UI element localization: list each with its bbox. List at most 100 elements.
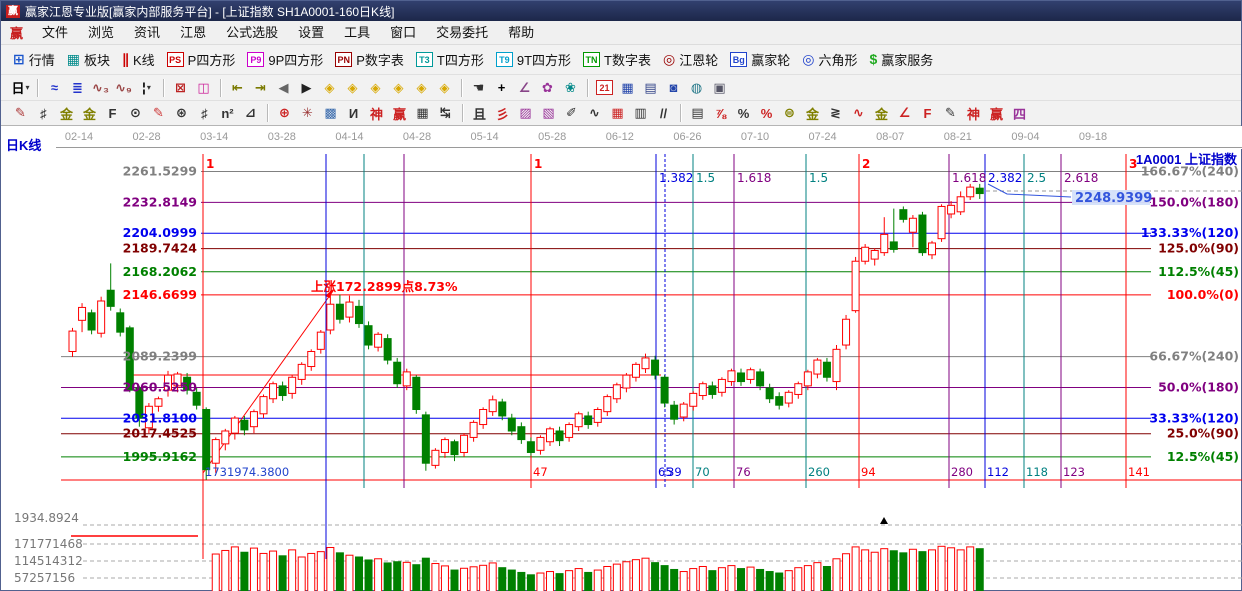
bars3-icon[interactable]: ∿₃	[90, 78, 111, 98]
diamond-plus-icon[interactable]: ◈	[411, 78, 432, 98]
menu-item-7[interactable]: 窗口	[380, 23, 426, 43]
percent-line-icon[interactable]: %	[756, 103, 777, 123]
circle-tool-icon[interactable]: ⊛	[171, 103, 192, 123]
kline-button[interactable]: ∥K线	[116, 48, 161, 72]
fibo-icon[interactable]: F	[102, 103, 123, 123]
f-angle-icon[interactable]: F	[917, 103, 938, 123]
grid2-icon[interactable]: ♯	[194, 103, 215, 123]
diamond-x-icon[interactable]: ◈	[388, 78, 409, 98]
menu-item-5[interactable]: 设置	[288, 23, 334, 43]
diamond-left-icon[interactable]: ◈	[319, 78, 340, 98]
hand-tool-icon[interactable]: ☚	[468, 78, 489, 98]
net-grid-icon[interactable]: ▩	[320, 103, 341, 123]
next-page-icon[interactable]: ▶	[296, 78, 317, 98]
menu-item-1[interactable]: 浏览	[78, 23, 124, 43]
chart-min-price-label: 1934.8924	[14, 511, 79, 525]
network-icon[interactable]: ◍	[686, 78, 707, 98]
span-tool-icon[interactable]: ↹	[435, 103, 456, 123]
date-tick-08-21: 08-21	[944, 131, 972, 143]
menu-item-6[interactable]: 工具	[334, 23, 380, 43]
9t-square-button[interactable]: T99T四方形	[490, 48, 577, 72]
four-square-icon[interactable]: 四	[1009, 103, 1030, 123]
box-fan-icon[interactable]: ▨	[515, 103, 536, 123]
shen-tool-icon[interactable]: 神	[366, 103, 387, 123]
k-mark-icon[interactable]: И	[343, 103, 364, 123]
menu-item-2[interactable]: 资讯	[124, 23, 170, 43]
prev-page-icon[interactable]: ◀	[273, 78, 294, 98]
wave2-icon[interactable]: ∿	[848, 103, 869, 123]
arc-tool-icon[interactable]: ✎	[148, 103, 169, 123]
histogram-icon[interactable]: ◫	[193, 78, 214, 98]
flower-tool-icon[interactable]: ✿	[537, 78, 558, 98]
n-square-icon[interactable]: n²	[217, 103, 238, 123]
cycle-tool-icon[interactable]: ❀	[560, 78, 581, 98]
overlay-line-icon[interactable]: ≈	[44, 78, 65, 98]
winner-wheel-button[interactable]: Bg赢家轮	[724, 48, 796, 72]
wave-tool-icon[interactable]: ∿	[584, 103, 605, 123]
memo-icon[interactable]: ▤	[640, 78, 661, 98]
save-icon[interactable]: ◙	[663, 78, 684, 98]
calendar-icon[interactable]: 21	[594, 78, 615, 98]
candle-body	[862, 247, 869, 261]
menu-item-0[interactable]: 文件	[32, 23, 78, 43]
pencil-tool-icon[interactable]: ✐	[561, 103, 582, 123]
pen2-icon[interactable]: ✎	[940, 103, 961, 123]
winner-service-button[interactable]: $赢家服务	[863, 48, 939, 72]
brush-tool-icon[interactable]: ✎	[10, 103, 31, 123]
t-square-button[interactable]: T3T四方形	[410, 48, 490, 72]
gold2-icon[interactable]: 金	[871, 103, 892, 123]
gold-section-icon[interactable]: 金	[79, 103, 100, 123]
updown-icon[interactable]: ≷	[825, 103, 846, 123]
first-page-icon[interactable]: ⇤	[227, 78, 248, 98]
p-square-button[interactable]: PSP四方形	[161, 48, 242, 72]
diamond-right-icon[interactable]: ◈	[342, 78, 363, 98]
sectors-button[interactable]: ▦板块	[61, 48, 116, 72]
ruler-icon[interactable]: ▤	[687, 103, 708, 123]
star-grid-icon[interactable]: ✳	[297, 103, 318, 123]
pillar-tool-icon[interactable]: 且	[469, 103, 490, 123]
box-fan2-icon[interactable]: ▧	[538, 103, 559, 123]
grid123-icon[interactable]: ▦	[412, 103, 433, 123]
gold-circle-icon[interactable]: ⊜	[779, 103, 800, 123]
9p-square-button[interactable]: P99P四方形	[241, 48, 329, 72]
info-panel-icon[interactable]: ≣	[67, 78, 88, 98]
computer-icon[interactable]: ▣	[709, 78, 730, 98]
target-tool-icon[interactable]: ⊕	[274, 103, 295, 123]
diamond-h-icon[interactable]: ◈	[365, 78, 386, 98]
ying2-icon[interactable]: 赢	[986, 103, 1007, 123]
bars9-icon[interactable]: ∿₉	[113, 78, 134, 98]
menu-item-8[interactable]: 交易委托	[426, 23, 498, 43]
hatch-icon[interactable]: //	[653, 103, 674, 123]
diamond-all-icon[interactable]: ◈	[434, 78, 455, 98]
calculator-icon[interactable]: ▦	[617, 78, 638, 98]
gold-ratio-icon[interactable]: 金	[56, 103, 77, 123]
candle-body	[270, 384, 277, 399]
crosshair-icon[interactable]: +	[491, 78, 512, 98]
percent-icon[interactable]: %	[733, 103, 754, 123]
angle-measure-icon[interactable]: ∠	[514, 78, 535, 98]
menu-item-4[interactable]: 公式选股	[216, 23, 288, 43]
volume-bar	[957, 550, 964, 591]
col-grid-icon[interactable]: ▥	[630, 103, 651, 123]
gann-wheel-button[interactable]: ◎江恩轮	[657, 48, 724, 72]
gold-line-icon[interactable]: 金	[802, 103, 823, 123]
p-number-table-button[interactable]: PNP数字表	[329, 48, 410, 72]
shen2-icon[interactable]: 神	[963, 103, 984, 123]
candle-style-icon[interactable]: ¦▾	[136, 78, 157, 98]
pattern-box-icon[interactable]: ⊠	[170, 78, 191, 98]
t-number-table-button[interactable]: TNT数字表	[577, 48, 657, 72]
quotes-button[interactable]: ⊞行情	[7, 48, 61, 72]
menu-item-9[interactable]: 帮助	[498, 23, 544, 43]
last-page-icon[interactable]: ⇥	[250, 78, 271, 98]
spiral-icon[interactable]: ⊙	[125, 103, 146, 123]
period-selector[interactable]: 日▾	[10, 78, 31, 98]
triangle-tool-icon[interactable]: ⊿	[240, 103, 261, 123]
menu-item-3[interactable]: 江恩	[170, 23, 216, 43]
fan-tool-icon[interactable]: 彡	[492, 103, 513, 123]
pct7-icon[interactable]: ⅞	[710, 103, 731, 123]
angle-line-icon[interactable]: ∠	[894, 103, 915, 123]
hexagon-button[interactable]: ◎六角形	[796, 48, 863, 72]
ying-tool-icon[interactable]: 赢	[389, 103, 410, 123]
red-grid-icon[interactable]: ▦	[607, 103, 628, 123]
gann-grid-icon[interactable]: ♯	[33, 103, 54, 123]
